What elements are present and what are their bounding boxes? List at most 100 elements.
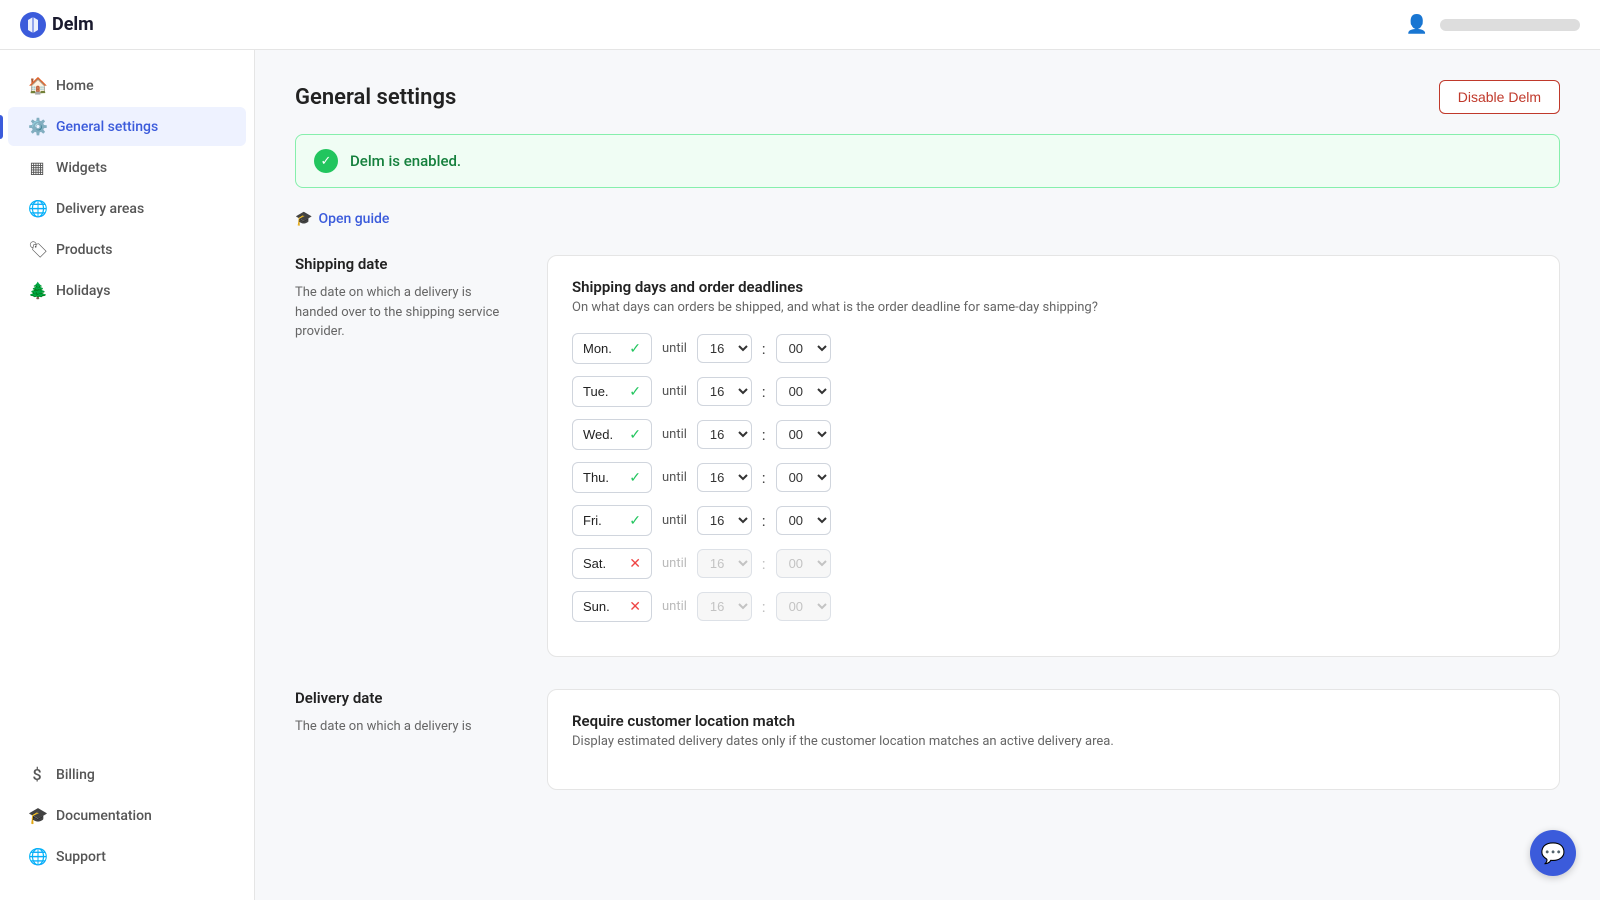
- hour-select-fri[interactable]: 0001020304050607080910111213141516171819…: [697, 506, 752, 535]
- time-colon: :: [762, 598, 766, 616]
- sidebar-item-products[interactable]: 🏷 Products: [8, 230, 246, 269]
- sidebar: 🏠 Home ⚙️ General settings ▦ Widgets 🌐 D…: [0, 50, 255, 900]
- until-label: until: [662, 384, 687, 399]
- day-button-sat[interactable]: Sat.✕: [572, 548, 652, 579]
- day-label: Sun.: [583, 599, 610, 614]
- topbar-right: 👤: [1406, 14, 1580, 35]
- logo: Delm: [20, 12, 94, 38]
- minute-select-sat: 00153045: [776, 549, 831, 578]
- sidebar-item-home-label: Home: [56, 78, 94, 94]
- day-label: Tue.: [583, 384, 609, 399]
- chat-icon: 💬: [1541, 841, 1566, 865]
- sidebar-bottom: $ Billing 🎓 Documentation 🌐 Support: [0, 755, 254, 884]
- checkmark-icon: ✓: [629, 512, 641, 529]
- until-label: until: [662, 556, 687, 571]
- open-guide-link[interactable]: 🎓 Open guide: [295, 211, 389, 227]
- hour-select-mon[interactable]: 0001020304050607080910111213141516171819…: [697, 334, 752, 363]
- day-button-thu[interactable]: Thu. ✓: [572, 462, 652, 493]
- sidebar-item-support-label: Support: [56, 849, 106, 865]
- day-button-fri[interactable]: Fri. ✓: [572, 505, 652, 536]
- main-content: General settings Disable Delm ✓ Delm is …: [255, 50, 1600, 900]
- sidebar-item-holidays[interactable]: 🌲 Holidays: [8, 271, 246, 310]
- time-colon: :: [762, 383, 766, 401]
- hour-select-sat: 0001020304050607080910111213141516171819…: [697, 549, 752, 578]
- delivery-date-section: Delivery date The date on which a delive…: [295, 689, 1560, 790]
- tag-icon: 🏷: [28, 240, 46, 259]
- sidebar-item-support[interactable]: 🌐 Support: [8, 837, 246, 876]
- day-label: Mon.: [583, 341, 612, 356]
- widgets-icon: ▦: [28, 158, 46, 177]
- time-colon: :: [762, 469, 766, 487]
- minute-select-fri[interactable]: 00153045: [776, 506, 831, 535]
- shipping-date-desc: The date on which a delivery is handed o…: [295, 283, 515, 342]
- sidebar-item-holidays-label: Holidays: [56, 283, 110, 299]
- sidebar-item-documentation-label: Documentation: [56, 808, 152, 824]
- x-icon: ✕: [629, 598, 641, 615]
- minute-select-thu[interactable]: 00153045: [776, 463, 831, 492]
- shipping-date-section: Shipping date The date on which a delive…: [295, 255, 1560, 657]
- time-colon: :: [762, 340, 766, 358]
- hour-select-thu[interactable]: 0001020304050607080910111213141516171819…: [697, 463, 752, 492]
- sidebar-item-general-settings[interactable]: ⚙️ General settings: [8, 107, 246, 146]
- hour-select-wed[interactable]: 0001020304050607080910111213141516171819…: [697, 420, 752, 449]
- topbar: Delm 👤: [0, 0, 1600, 50]
- until-label: until: [662, 341, 687, 356]
- day-row-fri: Fri.✓until000102030405060708091011121314…: [572, 505, 1535, 536]
- checkmark-icon: ✓: [629, 383, 641, 400]
- day-row-wed: Wed.✓ until 000102030405060708091011121314…: [572, 419, 1535, 450]
- chat-button[interactable]: 💬: [1530, 830, 1576, 876]
- globe-icon: 🌐: [28, 199, 46, 218]
- billing-icon: $: [28, 765, 46, 784]
- day-button-wed[interactable]: Wed.✓: [572, 419, 652, 450]
- sidebar-item-billing-label: Billing: [56, 767, 95, 783]
- sidebar-item-billing[interactable]: $ Billing: [8, 755, 246, 794]
- sidebar-item-documentation[interactable]: 🎓 Documentation: [8, 796, 246, 835]
- shipping-date-title: Shipping date: [295, 255, 515, 273]
- until-label: until: [662, 470, 687, 485]
- day-label: Thu.: [583, 470, 609, 485]
- minute-select-sun: 00153045: [776, 592, 831, 621]
- time-colon: :: [762, 426, 766, 444]
- page-header: General settings Disable Delm: [295, 80, 1560, 114]
- delivery-date-card-title: Require customer location match: [572, 712, 1535, 730]
- delivery-date-card-subtitle: Display estimated delivery dates only if…: [572, 734, 1535, 749]
- delivery-date-title: Delivery date: [295, 689, 515, 707]
- until-label: until: [662, 427, 687, 442]
- holidays-icon: 🌲: [28, 281, 46, 300]
- home-icon: 🏠: [28, 76, 46, 95]
- day-button-mon[interactable]: Mon. ✓: [572, 333, 652, 364]
- alert-text: Delm is enabled.: [350, 152, 461, 170]
- layout: 🏠 Home ⚙️ General settings ▦ Widgets 🌐 D…: [0, 50, 1600, 900]
- hour-select-sun: 0001020304050607080910111213141516171819…: [697, 592, 752, 621]
- day-button-tue[interactable]: Tue. ✓: [572, 376, 652, 407]
- day-rows-container: Mon. ✓ until 000102030405060708091011121314…: [572, 333, 1535, 622]
- checkmark-icon: ✓: [629, 469, 641, 486]
- day-button-sun[interactable]: Sun. ✕: [572, 591, 652, 622]
- minute-select-wed[interactable]: 00153045: [776, 420, 831, 449]
- delivery-date-desc: The date on which a delivery is: [295, 717, 515, 737]
- logo-text: Delm: [52, 14, 94, 35]
- sidebar-item-delivery-areas[interactable]: 🌐 Delivery areas: [8, 189, 246, 228]
- logo-icon: [20, 12, 46, 38]
- minute-select-tue[interactable]: 00153045: [776, 377, 831, 406]
- checkmark-icon: ✓: [629, 426, 641, 443]
- sidebar-item-widgets[interactable]: ▦ Widgets: [8, 148, 246, 187]
- support-icon: 🌐: [28, 847, 46, 866]
- sidebar-item-general-settings-label: General settings: [56, 119, 158, 135]
- time-colon: :: [762, 512, 766, 530]
- until-label: until: [662, 599, 687, 614]
- check-circle-icon: ✓: [314, 149, 338, 173]
- shipping-days-card: Shipping days and order deadlines On wha…: [547, 255, 1560, 657]
- shipping-days-card-title: Shipping days and order deadlines: [572, 278, 1535, 296]
- day-row-sat: Sat.✕ until 000102030405060708091011121314…: [572, 548, 1535, 579]
- page-title: General settings: [295, 85, 456, 110]
- graduation-icon: 🎓: [295, 211, 312, 227]
- sidebar-item-home[interactable]: 🏠 Home: [8, 66, 246, 105]
- sidebar-item-widgets-label: Widgets: [56, 160, 107, 176]
- hour-select-tue[interactable]: 0001020304050607080910111213141516171819…: [697, 377, 752, 406]
- sidebar-item-delivery-areas-label: Delivery areas: [56, 201, 144, 217]
- disable-delm-button[interactable]: Disable Delm: [1439, 80, 1560, 114]
- day-label: Fri.: [583, 513, 602, 528]
- minute-select-mon[interactable]: 00153045: [776, 334, 831, 363]
- checkmark-icon: ✓: [629, 340, 641, 357]
